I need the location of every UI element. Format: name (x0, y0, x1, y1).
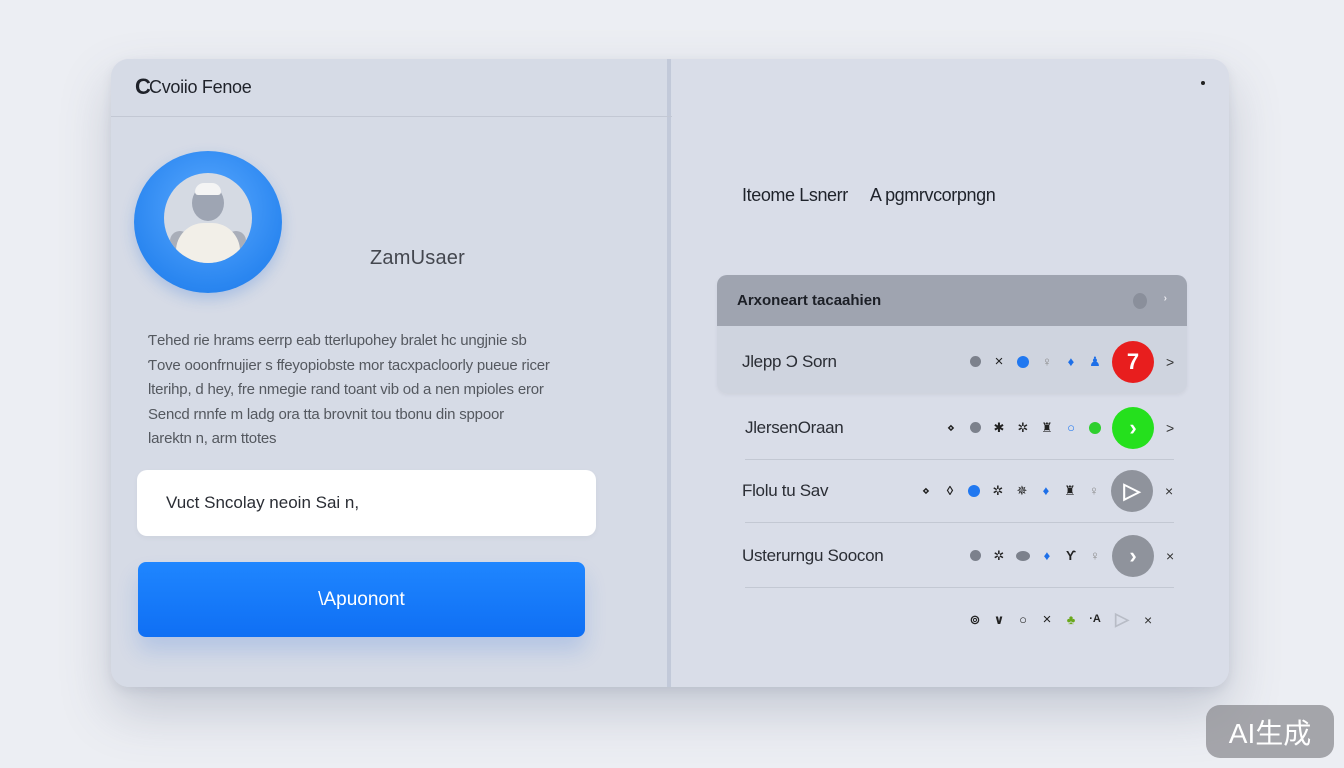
location-icon[interactable]: ○ (1064, 421, 1078, 435)
location-icon[interactable]: ♦ (1039, 484, 1053, 498)
chevron-right-icon[interactable]: › (1164, 293, 1167, 304)
close-icon[interactable]: × (1040, 612, 1054, 627)
diamond-icon[interactable]: ⋄ (919, 484, 933, 498)
gray-dot-icon (969, 356, 981, 367)
app-window: C Cvoiio Fenoe ZamUsaer Ƭehed rie hrams … (111, 59, 1229, 687)
list-item[interactable]: ЈlersenOraan ⋄ ✱ ✲ ♜ ○ › > (672, 395, 1229, 460)
chevron-right-icon[interactable]: > (1166, 420, 1174, 436)
avatar-image (164, 173, 252, 263)
window-menu-icon[interactable] (1201, 81, 1205, 85)
bio-line: larektn n, arm ttotes (148, 430, 277, 447)
close-icon[interactable]: × (992, 354, 1006, 369)
bio-line: Ƭove ooonfrnujier s ffeyopiobste mor tac… (148, 356, 550, 374)
bug-icon[interactable]: ✲ (1016, 421, 1030, 435)
blue-dot-icon (1017, 355, 1029, 368)
profile-pane: C Cvoiio Fenoe ZamUsaer Ƭehed rie hrams … (111, 59, 669, 687)
circle-icon[interactable]: ○ (1016, 613, 1030, 627)
pin-icon[interactable]: ♀ (1087, 484, 1101, 498)
list-item-icons: ⋄ ◊ ✲ ✵ ♦ ♜ ♀ ▷ × (919, 469, 1173, 512)
chevron-right-icon[interactable]: > (1166, 354, 1174, 370)
list-item-icons: ⋄ ✱ ✲ ♜ ○ › > (944, 406, 1174, 449)
android-icon[interactable]: ♣ (1064, 613, 1078, 627)
window-title-text: Cvoiio Fenoe (149, 76, 252, 97)
gray-dot-icon (969, 422, 981, 433)
cloud-icon (1016, 550, 1030, 561)
bio-line: Ƭehed rie hrams eerrp eab tterlupohey br… (148, 332, 527, 349)
list-panel-header[interactable]: Arxoneart tacaahien › (717, 275, 1187, 326)
pin-icon[interactable]: ♀ (1040, 355, 1054, 369)
list-item[interactable]: ⊚ ∨ ○ × ♣ ·A ▷ × (672, 587, 1229, 652)
settings-icon[interactable]: ⊚ (968, 613, 982, 627)
list-panel-title: Arxoneart tacaahien (737, 292, 882, 309)
close-icon[interactable]: × (1166, 548, 1174, 564)
list-item-name: Usterurngu Soocon (742, 545, 884, 565)
blue-dot-icon (968, 484, 980, 497)
count-badge-button[interactable]: 7 (1112, 340, 1154, 383)
list-item-name: ЈlersenOraan (745, 417, 844, 437)
primary-button[interactable]: \Apuonont (138, 562, 585, 637)
list-item-icons: ✲ ♦ ϒ ♀ › × (968, 534, 1174, 577)
text-input[interactable]: Vuct Sncolay neoin Sai n, (137, 470, 596, 536)
forward-button[interactable]: › (1112, 534, 1154, 577)
gray-dot-icon (969, 550, 981, 561)
list-item-name: Flolu tu Sav (742, 480, 829, 500)
close-icon[interactable]: × (1165, 483, 1173, 499)
ai-generated-watermark: AI生成 (1206, 705, 1334, 758)
list-item-icons: × ♀ ♦ ♟ 7 > (968, 340, 1174, 383)
username: ZamUsaer (370, 247, 465, 269)
list-item-icons: ⊚ ∨ ○ × ♣ ·A ▷ × (968, 599, 1153, 641)
font-icon[interactable]: ·A (1088, 613, 1102, 627)
text-input-value: Vuct Sncolay neoin Sai n, (166, 493, 360, 512)
location-icon[interactable]: ♦ (1040, 549, 1054, 563)
bio-text: Ƭehed rie hrams eerrp eab tterlupohey br… (148, 329, 598, 452)
check-icon[interactable]: ∨ (992, 613, 1006, 627)
go-button[interactable]: › (1112, 406, 1154, 449)
ribbon-icon[interactable]: ♦ (1064, 355, 1078, 369)
bio-line: lterihp, d hey, fre nmegie rand toant vi… (148, 381, 544, 398)
diamond-icon[interactable]: ⋄ (944, 421, 958, 435)
list-pane: Ιteome Lsnerr A pgmrvcorpngn Arxoneart t… (672, 59, 1229, 687)
avatar[interactable] (134, 151, 282, 293)
green-dot-icon (1089, 421, 1101, 434)
close-icon[interactable]: × (1144, 612, 1152, 628)
list-pane-header: Ιteome Lsnerr A pgmrvcorpngn (742, 185, 996, 206)
bug-icon[interactable]: ✵ (1015, 484, 1029, 498)
list-item[interactable]: Usterurngu Soocon ✲ ♦ ϒ ♀ › × (672, 523, 1229, 588)
panel-toggle-icon[interactable] (1133, 293, 1147, 309)
arrow-down-icon[interactable]: ◊ (943, 484, 957, 498)
bio-line: Sencd rnnfe m ladg ora tta brovnit tou t… (148, 405, 504, 423)
window-title: C Cvoiio Fenoe (135, 73, 252, 101)
send-button[interactable]: ▷ (1112, 599, 1132, 641)
pin-icon[interactable]: ♀ (1088, 549, 1102, 563)
play-button[interactable]: ▷ (1111, 469, 1153, 512)
pane-divider[interactable] (667, 59, 671, 687)
settings-icon[interactable]: ✱ (992, 421, 1006, 435)
header-right-label: A pgmrvcorpngn (869, 185, 996, 205)
header-left-label: Ιteome Lsnerr (742, 185, 848, 205)
robot-icon[interactable]: ♜ (1040, 421, 1054, 435)
tag-icon[interactable]: ϒ (1064, 549, 1078, 563)
list-item-name: Jlepp Ɔ Sorn (742, 351, 837, 371)
robot-icon[interactable]: ♜ (1063, 484, 1077, 498)
gear-icon[interactable]: ✲ (991, 484, 1005, 498)
list-item[interactable]: Jlepp Ɔ Sorn × ♀ ♦ ♟ 7 > (672, 329, 1229, 394)
list-item[interactable]: Flolu tu Sav ⋄ ◊ ✲ ✵ ♦ ♜ ♀ ▷ × (672, 458, 1229, 523)
gear-icon[interactable]: ✲ (992, 549, 1006, 563)
person-icon[interactable]: ♟ (1088, 355, 1102, 369)
